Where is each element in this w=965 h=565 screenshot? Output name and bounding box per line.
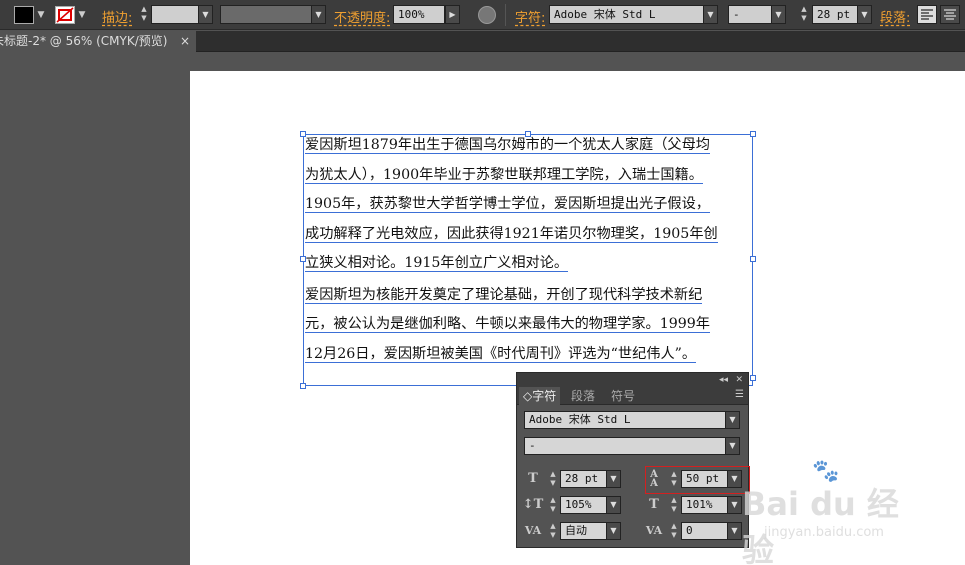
resize-handle[interactable] xyxy=(300,383,306,389)
leading-highlight-box xyxy=(645,466,750,494)
close-panel-icon[interactable]: ✕ xyxy=(735,373,743,387)
font-size-dropdown[interactable]: ▼ xyxy=(857,5,872,24)
kerning-icon: VA xyxy=(524,524,542,537)
stroke-weight-field[interactable] xyxy=(151,5,199,24)
paragraph-2: 爱因斯坦为核能开发奠定了理论基础，开创了现代科学技术新纪 元，被公认为是继伽利略… xyxy=(305,281,751,370)
text-frame-content[interactable]: 爱因斯坦1879年出生于德国乌尔姆市的一个犹太人家庭（父母均 为犹太人），190… xyxy=(305,131,751,369)
document-tab-bar: 未标题-2* @ 56% (CMYK/预览) × xyxy=(0,31,965,52)
text-line: 成功解释了光电效应，因此获得1921年诺贝尔物理奖，1905年创 xyxy=(305,225,718,243)
paragraph-label[interactable]: 段落: xyxy=(880,7,910,26)
fill-dropdown-arrow[interactable]: ▼ xyxy=(35,6,47,24)
tab-character[interactable]: ◇字符 xyxy=(519,387,561,405)
stroke-label[interactable]: 描边: xyxy=(102,7,132,26)
collapse-panel-icon[interactable]: ◂◂ xyxy=(719,373,728,387)
no-stroke-icon xyxy=(56,7,74,23)
vertical-scale-stepper[interactable]: ▲ ▼ xyxy=(548,496,558,514)
horizontal-scale-dropdown[interactable]: ▼ xyxy=(727,496,742,514)
text-line: 爱因斯坦1879年出生于德国乌尔姆市的一个犹太人家庭（父母均 xyxy=(305,137,710,154)
horizontal-scale-stepper[interactable]: ▲ ▼ xyxy=(669,496,679,514)
vertical-scale-field[interactable]: 105% xyxy=(560,496,607,514)
panel-font-style-field[interactable]: - xyxy=(524,437,726,455)
font-family-field[interactable]: Adobe 宋体 Std L xyxy=(549,5,704,24)
vertical-scale-icon: ↕T xyxy=(522,497,544,512)
panel-title-bar[interactable]: ◂◂ ✕ xyxy=(517,373,748,387)
align-center-icon[interactable] xyxy=(940,5,960,24)
panel-font-size-stepper[interactable]: ▲ ▼ xyxy=(548,470,558,488)
close-tab-icon[interactable]: × xyxy=(180,31,190,52)
horizontal-scale-field[interactable]: 101% xyxy=(681,496,728,514)
fill-color-swatch[interactable] xyxy=(14,6,34,24)
font-style-field[interactable]: - xyxy=(728,5,772,24)
tab-glyphs[interactable]: 符号 xyxy=(607,387,639,405)
font-style-dropdown[interactable]: ▼ xyxy=(771,5,786,24)
text-line: 1905年，获苏黎世大学哲学博士学位，爱因斯坦提出光子假设， xyxy=(305,196,710,213)
baidu-jingyan-watermark: 🐾 Bai du 经验 jingyan.baidu.com xyxy=(742,459,917,565)
text-line: 立狭义相对论。1915年创立广义相对论。 xyxy=(305,255,569,272)
variable-width-profile-field[interactable] xyxy=(220,5,312,24)
horizontal-scale-icon: T xyxy=(649,497,659,512)
tab-paragraph[interactable]: 段落 xyxy=(567,387,599,405)
panel-menu-icon[interactable]: ☰ xyxy=(735,389,744,400)
font-size-stepper[interactable]: ▲ ▼ xyxy=(798,5,810,24)
paragraph-1: 爱因斯坦1879年出生于德国乌尔姆市的一个犹太人家庭（父母均 为犹太人），190… xyxy=(305,131,751,279)
watermark-url: jingyan.baidu.com xyxy=(764,525,884,540)
tracking-dropdown[interactable]: ▼ xyxy=(727,522,742,540)
font-size-field[interactable]: 28 pt xyxy=(812,5,858,24)
variable-width-profile-dropdown[interactable]: ▼ xyxy=(311,5,326,24)
text-line: 元，被公认为是继伽利略、牛顿以来最伟大的物理学家。1999年 xyxy=(305,316,710,333)
panel-tabs: ◇字符 段落 符号 ☰ xyxy=(517,387,748,405)
vertical-scale-dropdown[interactable]: ▼ xyxy=(606,496,621,514)
tracking-field[interactable]: 0 xyxy=(681,522,728,540)
panel-font-style-dropdown[interactable]: ▼ xyxy=(725,437,740,455)
text-line: 爱因斯坦为核能开发奠定了理论基础，开创了现代科学技术新纪 xyxy=(305,286,703,304)
text-line: 12月26日，爱因斯坦被美国《时代周刊》评选为“世纪伟人”。 xyxy=(305,345,697,363)
tracking-icon: VA xyxy=(645,524,663,537)
panel-font-size-dropdown[interactable]: ▼ xyxy=(606,470,621,488)
kerning-field[interactable]: 自动 xyxy=(560,522,607,540)
panel-font-family-field[interactable]: Adobe 宋体 Std L xyxy=(524,411,726,429)
control-bar: ▼ ▼ 描边: ▲ ▼ ▼ ▼ 不透明度: 100% ▶ 字符: Adobe 宋体… xyxy=(0,0,965,30)
document-tab[interactable]: 未标题-2* @ 56% (CMYK/预览) × xyxy=(0,31,196,52)
font-family-dropdown[interactable]: ▼ xyxy=(703,5,718,24)
opacity-dropdown[interactable]: ▶ xyxy=(445,5,460,24)
opacity-label[interactable]: 不透明度: xyxy=(334,7,390,26)
document-tab-title: 未标题-2* @ 56% (CMYK/预览) xyxy=(0,34,168,48)
stroke-color-swatch[interactable] xyxy=(55,6,75,24)
watermark-logo: Bai du 经验 xyxy=(742,485,899,565)
resize-handle[interactable] xyxy=(750,375,756,381)
character-label[interactable]: 字符: xyxy=(515,7,545,26)
panel-font-family-dropdown[interactable]: ▼ xyxy=(725,411,740,429)
align-left-icon[interactable] xyxy=(917,5,937,24)
tracking-stepper[interactable]: ▲ ▼ xyxy=(669,522,679,540)
kerning-stepper[interactable]: ▲ ▼ xyxy=(548,522,558,540)
stroke-weight-dropdown[interactable]: ▼ xyxy=(198,5,213,24)
font-size-icon: T xyxy=(528,471,538,486)
recolor-artwork-icon[interactable] xyxy=(478,6,496,24)
stroke-dropdown-arrow[interactable]: ▼ xyxy=(76,6,88,24)
text-line: 为犹太人），1900年毕业于苏黎世联邦理工学院，入瑞士国籍。 xyxy=(305,166,703,184)
separator xyxy=(505,4,506,26)
opacity-field[interactable]: 100% xyxy=(393,5,445,24)
stroke-weight-stepper[interactable]: ▲ ▼ xyxy=(138,5,150,24)
panel-font-size-field[interactable]: 28 pt xyxy=(560,470,607,488)
kerning-dropdown[interactable]: ▼ xyxy=(606,522,621,540)
